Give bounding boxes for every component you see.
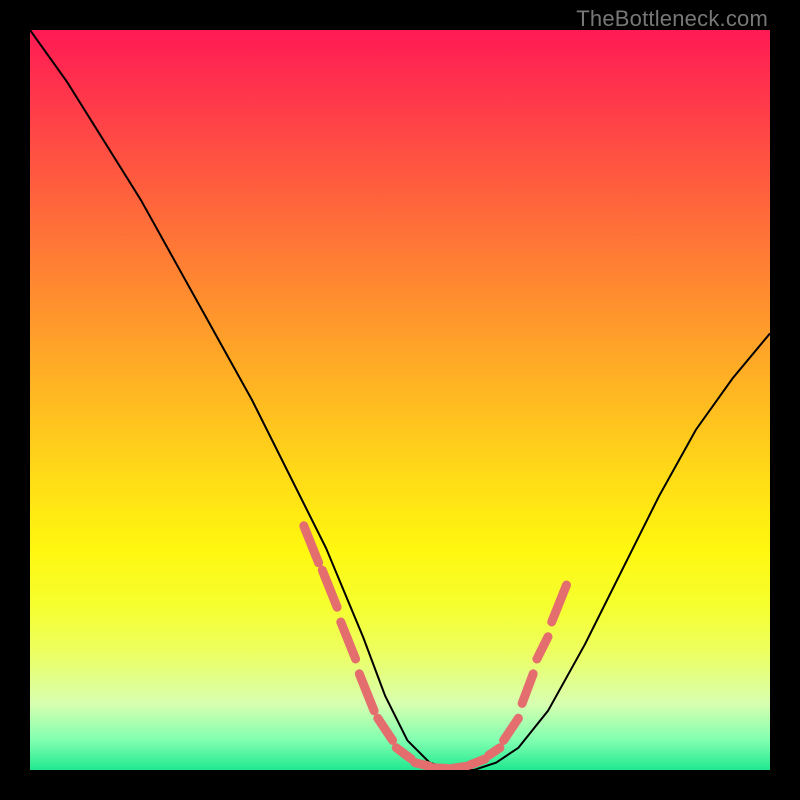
highlight-segment (489, 748, 500, 755)
highlight-markers (304, 526, 567, 769)
bottleneck-curve (30, 30, 770, 770)
highlight-segment (396, 748, 411, 759)
plot-area (30, 30, 770, 770)
highlight-segment (522, 674, 533, 704)
highlight-segment (415, 763, 430, 767)
highlight-segment (470, 759, 485, 765)
highlight-segment (322, 570, 337, 607)
highlight-segment (452, 766, 467, 768)
highlight-segment (359, 674, 374, 711)
highlight-segment (537, 637, 548, 659)
highlight-segment (552, 585, 567, 622)
highlight-segment (341, 622, 356, 659)
highlight-segment (304, 526, 319, 563)
highlight-segment (433, 768, 448, 769)
highlight-segment (378, 718, 393, 740)
chart-svg (30, 30, 770, 770)
watermark-text: TheBottleneck.com (576, 6, 768, 32)
chart-container: TheBottleneck.com (0, 0, 800, 800)
highlight-segment (504, 718, 519, 740)
